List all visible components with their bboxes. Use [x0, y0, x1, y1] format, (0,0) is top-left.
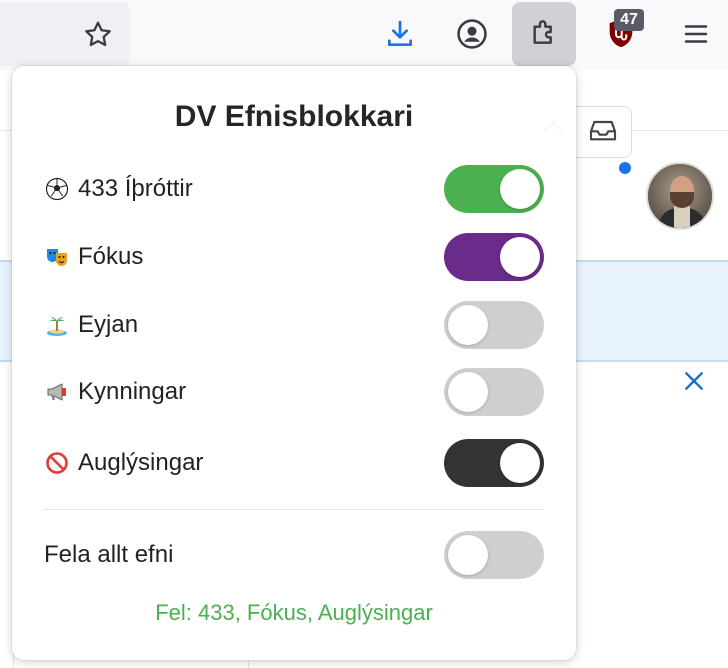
toggle-label: Auglýsingar: [78, 449, 204, 476]
no-entry-icon: [44, 450, 70, 476]
popup-title: DV Efnisblokkari: [174, 100, 414, 133]
inbox-icon: [587, 116, 619, 149]
extensions-button[interactable]: [512, 2, 576, 66]
toggle-kynningar-switch[interactable]: [444, 368, 544, 416]
toggle-label: Kynningar: [78, 378, 187, 405]
account-icon[interactable]: [452, 14, 492, 54]
extensions-icon: [528, 16, 560, 53]
toggle-eyjan-switch[interactable]: [444, 301, 544, 349]
download-icon[interactable]: [380, 14, 420, 54]
inbox-button[interactable]: [568, 106, 632, 158]
toggle-label: Fókus: [78, 243, 144, 270]
hide-all-switch[interactable]: [444, 531, 544, 579]
close-icon[interactable]: [680, 367, 708, 395]
bookmark-star-icon[interactable]: [78, 15, 118, 55]
browser-toolbar: 47: [0, 0, 728, 70]
theater-masks-icon: [44, 244, 70, 270]
island-icon: [44, 312, 70, 338]
soccer-ball-icon: [44, 176, 70, 202]
extension-count-badge: 47: [614, 9, 644, 31]
notification-dot: [617, 160, 633, 176]
toggle-row-auglysingar: Auglýsingar: [44, 438, 544, 488]
menu-icon[interactable]: [676, 14, 716, 54]
toggle-label: 433 Íþróttir: [78, 175, 193, 202]
divider: [44, 509, 544, 510]
toggle-row-hide-all: Fela allt efni: [44, 530, 544, 580]
toggle-row-fokus: Fókus: [44, 232, 544, 282]
toggle-row-eyjan: Eyjan: [44, 300, 544, 350]
hide-all-label: Fela allt efni: [44, 541, 174, 568]
avatar[interactable]: [646, 162, 714, 230]
toggle-row-433: 433 Íþróttir: [44, 164, 544, 214]
toggle-label: Eyjan: [78, 311, 139, 338]
toggle-fokus-switch[interactable]: [444, 233, 544, 281]
toggle-433-switch[interactable]: [444, 165, 544, 213]
toggle-row-kynningar: Kynningar: [44, 367, 544, 417]
toggle-auglysingar-switch[interactable]: [444, 439, 544, 487]
extension-popup: DV Efnisblokkari 433 Íþróttir Fókus Eyja…: [12, 66, 576, 660]
megaphone-icon: [44, 379, 70, 405]
status-text: Fel: 433, Fókus, Auglýsingar: [155, 600, 433, 625]
